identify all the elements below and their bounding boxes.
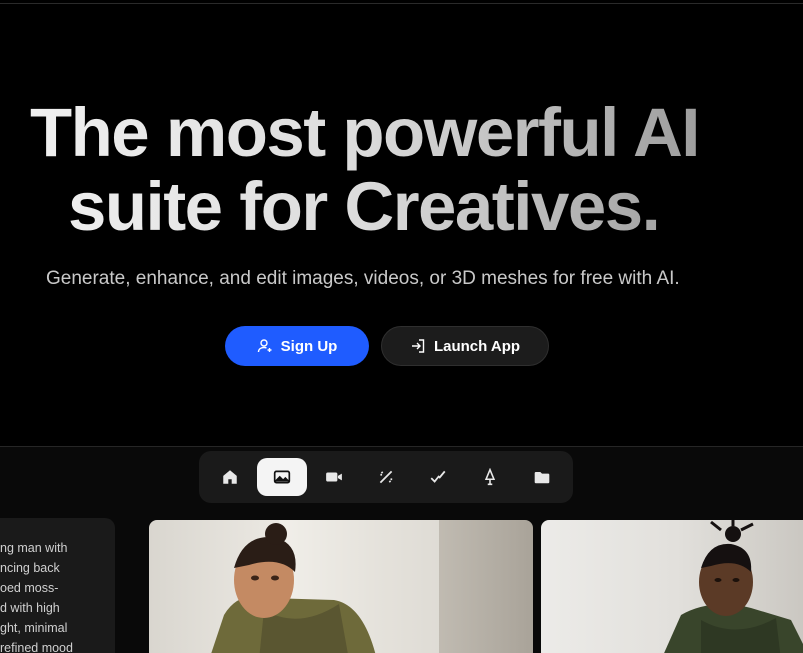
tool-image[interactable] [257, 458, 307, 496]
user-plus-icon [257, 339, 272, 353]
tool-edit[interactable] [413, 458, 463, 496]
video-camera-icon [326, 472, 342, 482]
hero-title-line-1: The most powerful AI [30, 94, 699, 171]
hero-title: The most powerful AI suite for Creatives… [0, 96, 803, 244]
launch-app-button[interactable]: Launch App [381, 326, 549, 366]
tool-enhance[interactable] [361, 458, 411, 496]
tool-home[interactable] [205, 458, 255, 496]
home-icon [223, 470, 237, 484]
hero-subtitle: Generate, enhance, and edit images, vide… [46, 268, 680, 289]
prompt-text: ng man with ncing back oed moss- d with … [0, 541, 73, 653]
sign-in-arrow-icon [411, 339, 425, 353]
launch-app-label: Launch App [433, 337, 521, 355]
magic-wand-icon [379, 470, 393, 484]
sign-up-button[interactable]: Sign Up [225, 326, 369, 366]
top-border [0, 3, 803, 4]
edit-check-icon [430, 470, 446, 483]
tool-assets[interactable] [517, 458, 567, 496]
folder-icon [534, 471, 550, 484]
tool-video[interactable] [309, 458, 359, 496]
pen-nib-icon [484, 468, 496, 486]
hero-title-line-2: suite for Creatives. [68, 168, 660, 245]
landing-page: The most powerful AI suite for Creatives… [0, 0, 803, 653]
tool-3d[interactable] [465, 458, 515, 496]
sign-up-label: Sign Up [280, 337, 338, 355]
generated-image-1[interactable] [149, 520, 533, 653]
generated-image-2[interactable] [541, 520, 803, 653]
portrait-image-1 [211, 520, 439, 653]
tool-switcher [199, 451, 573, 503]
portrait-image-2 [664, 520, 803, 653]
image-icon [273, 470, 291, 484]
